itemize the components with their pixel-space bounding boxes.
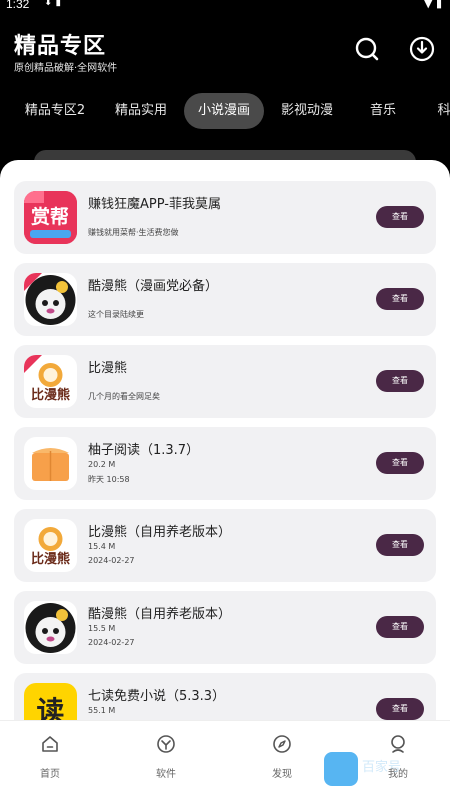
page-title: 精品专区	[14, 34, 107, 59]
status-bar: 1:32 ⬇ ▮ ▼ ▮	[0, 0, 450, 14]
nav-software[interactable]: 软件	[136, 733, 196, 780]
app-title: 七读免费小说（5.3.3）	[88, 689, 226, 704]
bimanxiong-app-icon: 比漫熊	[24, 355, 77, 408]
status-signal-battery-icons: ▼ ▮	[423, 0, 442, 10]
app-title: 酷漫熊（漫画党必备）	[88, 279, 219, 294]
list-item[interactable]: 比漫熊 比漫熊（自用养老版本） 15.4 M 2024-02-27 查看	[14, 509, 436, 582]
app-title: 柚子阅读（1.3.7）	[88, 443, 200, 458]
list-item[interactable]: 酷漫熊（自用养老版本） 15.5 M 2024-02-27 查看	[14, 591, 436, 664]
svg-text:赏帮: 赏帮	[31, 205, 69, 228]
view-button[interactable]: 查看	[376, 698, 424, 720]
youzi-app-icon	[24, 437, 77, 490]
app-title: 酷漫熊（自用养老版本）	[88, 607, 232, 622]
kumanxiong-app-icon	[24, 601, 77, 654]
app-date: 2024-02-27	[88, 556, 135, 565]
view-button[interactable]: 查看	[376, 288, 424, 310]
bimanxiong-app-icon: 比漫熊	[24, 519, 77, 572]
list-item[interactable]: 赏帮 赚钱狂魔APP-菲我莫属 赚钱就用菜帮·生活费您做 查看	[14, 181, 436, 254]
search-icon	[355, 37, 379, 61]
list-item[interactable]: 柚子阅读（1.3.7） 20.2 M 昨天 10:58 查看	[14, 427, 436, 500]
app-date: 2024-02-27	[88, 638, 135, 647]
header: 精品专区 原创精品破解·全网软件	[0, 22, 450, 82]
app-size: 20.2 M	[88, 460, 116, 469]
tab-yinyue[interactable]: 音乐	[356, 93, 410, 129]
app-size: 15.5 M	[88, 624, 116, 633]
watermark-text: 百家号	[362, 760, 402, 775]
app-size: 55.1 M	[88, 706, 116, 715]
status-time: 1:32	[6, 0, 30, 11]
download-button[interactable]	[407, 34, 437, 64]
list-item[interactable]: 比漫熊 比漫熊 几个月的看全网足矣 查看	[14, 345, 436, 418]
view-button[interactable]: 查看	[376, 206, 424, 228]
list-item[interactable]: 酷漫熊（漫画党必备） 这个目录陆续更 查看	[14, 263, 436, 336]
watermark: 百家号	[324, 750, 444, 790]
status-notification-icons: ⬇ ▮	[44, 0, 62, 8]
app-list-panel: 赏帮 赚钱狂魔APP-菲我莫属 赚钱就用菜帮·生活费您做 查看 酷漫熊（漫画党必…	[0, 160, 450, 730]
tab-xiaoshuo-manhua[interactable]: 小说漫画	[184, 93, 264, 129]
download-icon	[409, 36, 435, 62]
tab-jingpin-shiyong[interactable]: 精品实用	[104, 93, 178, 129]
app-title: 比漫熊	[88, 361, 128, 376]
compass-icon	[273, 735, 291, 753]
view-button[interactable]: 查看	[376, 370, 424, 392]
tab-jingpin-2[interactable]: 精品专区2	[14, 93, 96, 129]
nav-software-label: 软件	[156, 769, 176, 780]
app-title: 赚钱狂魔APP-菲我莫属	[88, 197, 221, 212]
view-button[interactable]: 查看	[376, 452, 424, 474]
category-tabs: 精品专区2 精品实用 小说漫画 影视动漫 音乐 科	[0, 93, 450, 129]
search-button[interactable]	[352, 34, 382, 64]
app-description: 几个月的看全网足矣	[88, 392, 160, 401]
page-subtitle: 原创精品破解·全网软件	[14, 63, 118, 74]
view-button[interactable]: 查看	[376, 616, 424, 638]
software-icon	[157, 735, 175, 753]
nav-home-label: 首页	[40, 769, 60, 780]
app-title: 比漫熊（自用养老版本）	[88, 525, 232, 540]
kumanxiong-app-icon	[24, 273, 77, 326]
app-description: 赚钱就用菜帮·生活费您做	[88, 228, 179, 237]
watermark-logo	[324, 752, 358, 786]
app-size: 15.4 M	[88, 542, 116, 551]
nav-discover[interactable]: 发现	[252, 733, 312, 780]
zhuanqian-app-icon: 赏帮	[24, 191, 77, 244]
nav-home[interactable]: 首页	[20, 733, 80, 780]
app-date: 昨天 10:58	[88, 475, 130, 484]
nav-discover-label: 发现	[272, 769, 292, 780]
svg-text:比漫熊: 比漫熊	[31, 551, 70, 567]
tab-ke[interactable]: 科	[424, 93, 450, 129]
view-button[interactable]: 查看	[376, 534, 424, 556]
app-description: 这个目录陆续更	[88, 310, 144, 319]
svg-text:比漫熊: 比漫熊	[31, 387, 70, 403]
tab-yingshi-dongman[interactable]: 影视动漫	[270, 93, 344, 129]
home-icon	[42, 736, 58, 752]
